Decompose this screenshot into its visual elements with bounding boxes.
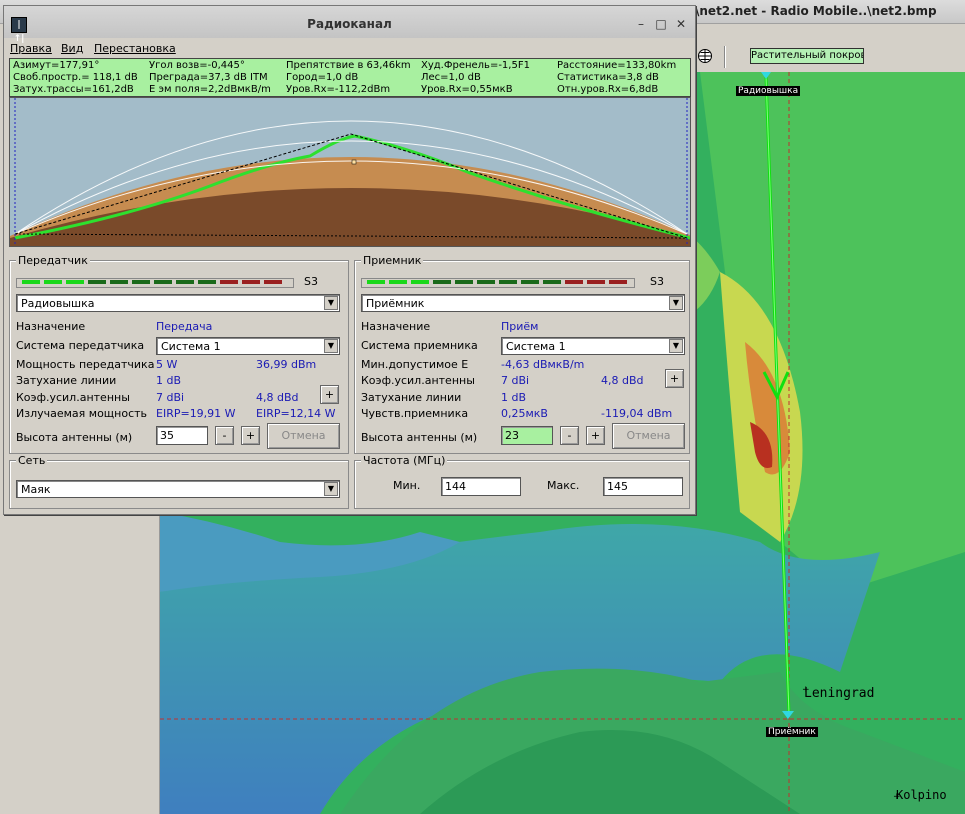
- minimize-icon[interactable]: –: [634, 18, 648, 32]
- chevron-down-icon[interactable]: ▼: [669, 339, 683, 353]
- rx-system-select[interactable]: Система 1 ▼: [501, 337, 685, 355]
- rx-gain-dbd: 4,8 dBd: [601, 374, 644, 387]
- rx-cancel-button[interactable]: Отмена: [612, 423, 685, 449]
- chevron-down-icon[interactable]: ▼: [324, 482, 338, 496]
- tx-system-label: Система передатчика: [16, 339, 145, 352]
- menu-view[interactable]: Вид: [61, 42, 83, 55]
- rx-min-value: -4,63 dBмкВ/m: [501, 358, 585, 371]
- rx-purpose-label: Назначение: [361, 320, 431, 333]
- freq-min-input[interactable]: 144: [441, 477, 521, 496]
- globe-icon[interactable]: [697, 48, 713, 64]
- map-label-transmitter: Радиовышка: [736, 86, 801, 96]
- rx-gain-dbi: 7 dBi: [501, 374, 530, 387]
- tx-loss-label: Затухание линии: [16, 374, 117, 387]
- frequency-group: Частота (МГц) Мин. 144 Макс. 145: [354, 454, 690, 509]
- tx-purpose-value: Передача: [156, 320, 213, 333]
- stat-rx-level-dbm: Уров.Rx=-112,2dBm: [286, 84, 391, 95]
- rx-height-label: Высота антенны (м): [361, 431, 478, 444]
- receiver-unit-value: Приёмник: [366, 297, 425, 310]
- link-statistics-panel: Азимут=177,91° Угол возв=-0,445° Препятс…: [9, 58, 691, 97]
- tx-height-decrease-button[interactable]: -: [215, 426, 234, 445]
- tx-loss-value: 1 dB: [156, 374, 182, 387]
- tx-height-input[interactable]: 35: [156, 426, 208, 445]
- transmitter-group-label: Передатчик: [16, 254, 90, 267]
- tx-gain-dbd: 4,8 dBd: [256, 391, 299, 404]
- chevron-down-icon[interactable]: ▼: [324, 296, 338, 310]
- rx-height-input[interactable]: 23: [501, 426, 553, 445]
- rx-antenna-add-button[interactable]: +: [665, 369, 684, 388]
- rx-sens-dbm: -119,04 dBm: [601, 407, 673, 420]
- network-select[interactable]: Маяк ▼: [16, 480, 340, 498]
- rx-min-label: Мин.допустимое Е: [361, 358, 469, 371]
- dialog-title: Радиоканал: [307, 17, 392, 31]
- tx-power-label: Мощность передатчика: [16, 358, 155, 371]
- receiver-group: Приемник S3 Приёмник ▼ Назначение Приём …: [354, 254, 690, 454]
- stat-rx-relative: Отн.уров.Rx=6,8dB: [557, 84, 659, 95]
- tx-system-select[interactable]: Система 1 ▼: [156, 337, 340, 355]
- network-group: Сеть Маяк ▼: [9, 454, 349, 509]
- receiver-group-label: Приемник: [361, 254, 424, 267]
- freq-max-label: Макс.: [547, 479, 580, 492]
- rx-height-decrease-button[interactable]: -: [560, 426, 579, 445]
- tx-power-w: 5 W: [156, 358, 178, 371]
- menu-edit[interactable]: Правка: [10, 42, 52, 55]
- tx-erp-value: EIRP=12,14 W: [256, 407, 336, 420]
- map-label-receiver: Приёмник: [766, 727, 818, 737]
- freq-max-input[interactable]: 145: [603, 477, 683, 496]
- tx-gain-label: Коэф.усил.антенны: [16, 391, 130, 404]
- map-label-city-leningrad: Leningrad: [804, 686, 875, 701]
- transmitter-unit-value: Радиовышка: [21, 297, 95, 310]
- receiver-unit-select[interactable]: Приёмник ▼: [361, 294, 685, 312]
- transmitter-meter-label: S3: [304, 275, 318, 288]
- receiver-signal-meter: [361, 278, 635, 288]
- tx-system-value: Система 1: [161, 340, 221, 353]
- tx-power-dbm: 36,99 dBm: [256, 358, 317, 371]
- rx-system-value: Система 1: [506, 340, 566, 353]
- rx-purpose-value: Приём: [501, 320, 539, 333]
- menu-swap[interactable]: Перестановка: [94, 42, 176, 55]
- stat-path-loss: Затух.трассы=161,2dB: [13, 84, 134, 95]
- tx-eirp-value: EIRP=19,91 W: [156, 407, 236, 420]
- tx-purpose-label: Назначение: [16, 320, 86, 333]
- maximize-icon[interactable]: □: [654, 18, 668, 32]
- tx-antenna-add-button[interactable]: +: [320, 385, 339, 404]
- network-value: Маяк: [21, 483, 51, 496]
- chevron-down-icon[interactable]: ▼: [669, 296, 683, 310]
- vegetation-button[interactable]: Растительный покров: [750, 48, 864, 64]
- network-group-label: Сеть: [16, 454, 48, 467]
- receiver-meter-label: S3: [650, 275, 664, 288]
- rx-height-increase-button[interactable]: +: [586, 426, 605, 445]
- transmitter-unit-select[interactable]: Радиовышка ▼: [16, 294, 340, 312]
- stat-field-strength: Е эм поля=2,2dBмкВ/m: [149, 84, 271, 95]
- rx-sens-uv: 0,25мкВ: [501, 407, 548, 420]
- path-profile-graph[interactable]: [9, 97, 691, 247]
- tx-height-label: Высота антенны (м): [16, 431, 133, 444]
- radio-link-dialog: |↑| Радиоканал – □ ✕ Правка Вид Перестан…: [3, 5, 696, 515]
- main-window-title: \net2.net - Radio Mobile..\net2.bmp: [695, 4, 937, 18]
- rx-gain-label: Коэф.усил.антенны: [361, 374, 475, 387]
- chevron-down-icon[interactable]: ▼: [324, 339, 338, 353]
- transmitter-signal-meter: [16, 278, 294, 288]
- toolbar-separator: [724, 46, 726, 68]
- dialog-titlebar: |↑| Радиоканал – □ ✕: [4, 6, 695, 44]
- stat-rx-level-uv: Уров.Rx=0,55мкВ: [421, 84, 513, 95]
- rx-system-label: Система приемника: [361, 339, 478, 352]
- rx-sens-label: Чувств.приемника: [361, 407, 469, 420]
- rx-loss-label: Затухание линии: [361, 391, 462, 404]
- tx-erp-label: Излучаемая мощность: [16, 407, 148, 420]
- close-icon[interactable]: ✕: [674, 18, 688, 32]
- map-label-city-kolpino: Kolpino: [896, 788, 947, 802]
- freq-min-label: Мин.: [393, 479, 421, 492]
- tx-cancel-button[interactable]: Отмена: [267, 423, 340, 449]
- transmitter-group: Передатчик S3 Радиовышка ▼ Назначение Пе…: [9, 254, 349, 454]
- tx-height-increase-button[interactable]: +: [241, 426, 260, 445]
- frequency-group-label: Частота (МГц): [361, 454, 448, 467]
- tx-gain-dbi: 7 dBi: [156, 391, 185, 404]
- rx-loss-value: 1 dB: [501, 391, 527, 404]
- dialog-menubar: Правка Вид Перестановка: [4, 42, 695, 58]
